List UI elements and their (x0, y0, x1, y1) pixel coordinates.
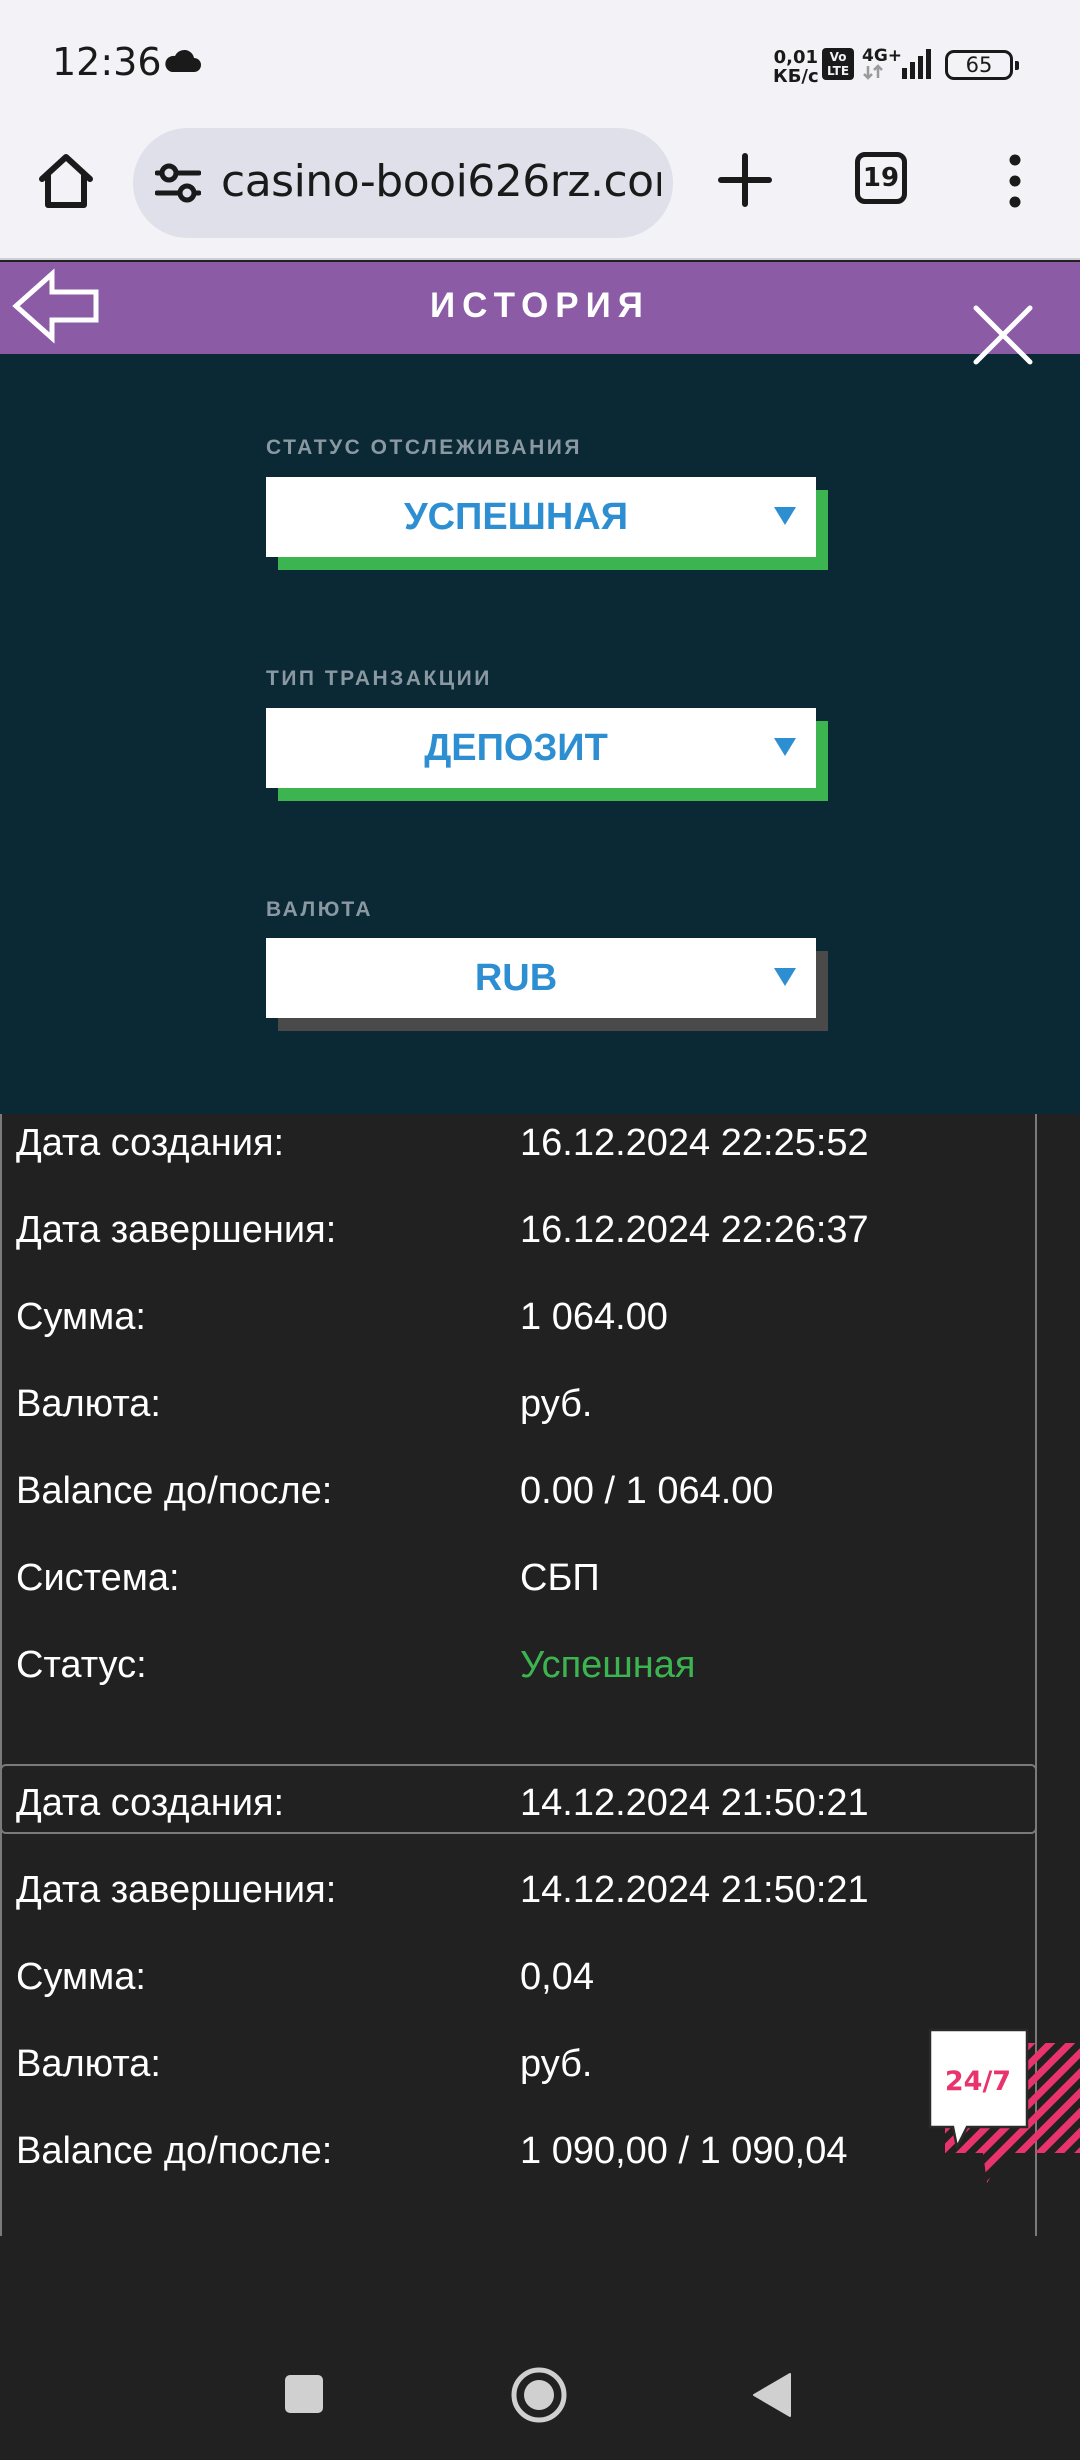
select-box[interactable]: ДЕПОЗИТ (266, 708, 816, 788)
completed-value: 16.12.2024 22:26:37 (520, 1209, 869, 1251)
select-box[interactable]: УСПЕШНАЯ (266, 477, 816, 557)
currency-select-value: RUB (474, 957, 558, 999)
tune-icon[interactable] (155, 163, 201, 203)
volte-line1: Vo (829, 50, 847, 64)
more-vert-icon[interactable] (1000, 151, 1030, 211)
amount-value: 0,04 (520, 1956, 594, 1998)
status-select-value: УСПЕШНАЯ (403, 496, 629, 538)
url-text[interactable]: casino-booi626rz.com (221, 156, 661, 207)
currency-label: Валюта: (16, 1383, 161, 1425)
type-select[interactable]: ДЕПОЗИТ (266, 708, 828, 801)
address-bar[interactable]: casino-booi626rz.com (133, 128, 673, 238)
dropdown-arrow-icon (774, 738, 796, 756)
balance-label: Balance до/после: (16, 2130, 333, 2172)
amount-label: Сумма: (16, 1956, 146, 1998)
type-filter-label: ТИП ТРАНЗАКЦИИ (266, 667, 492, 690)
volte-icon: Vo LTE (822, 48, 854, 80)
created-row: Дата создания: 14.12.2024 21:50:21 (2, 1782, 1039, 1842)
filter-panel: СТАТУС ОТСЛЕЖИВАНИЯ УСПЕШНАЯ ТИП ТРАНЗАК… (0, 354, 1080, 1114)
system-row: Система: СБП (2, 1557, 1039, 1617)
support-label: 24/7 (945, 2066, 1011, 2097)
network-speed: 0,01 КБ/с (773, 48, 819, 86)
status-value: Успешная (520, 1644, 696, 1686)
amount-label: Сумма: (16, 1296, 146, 1338)
close-icon[interactable] (970, 302, 1036, 368)
battery-icon: 65 (945, 50, 1019, 80)
created-value: 16.12.2024 22:25:52 (520, 1122, 869, 1164)
balance-row: Balance до/после: 0.00 / 1 064.00 (2, 1470, 1039, 1530)
speed-value: 0,01 (773, 47, 819, 68)
recents-icon[interactable] (284, 2374, 324, 2414)
history-header: ИСТОРИЯ (0, 262, 1080, 354)
select-box[interactable]: RUB (266, 938, 816, 1018)
transaction-list[interactable]: Дата создания: 16.12.2024 22:25:52 Дата … (0, 1114, 1080, 2236)
status-bar: 12:36 0,01 КБ/с Vo LTE 4G+ 65 (0, 0, 1080, 125)
transaction-card: Дата создания: 16.12.2024 22:25:52 Дата … (0, 1114, 1037, 1834)
dropdown-arrow-icon (774, 507, 796, 525)
transaction-card: Дата создания: 14.12.2024 21:50:21 Дата … (0, 1764, 1037, 2236)
status-filter-label: СТАТУС ОТСЛЕЖИВАНИЯ (266, 436, 582, 459)
completed-row: Дата завершения: 14.12.2024 21:50:21 (2, 1869, 1039, 1929)
page-title: ИСТОРИЯ (430, 286, 650, 325)
cloud-icon (165, 49, 201, 72)
currency-row: Валюта: руб. (2, 2043, 1039, 2103)
currency-row: Валюта: руб. (2, 1383, 1039, 1443)
completed-label: Дата завершения: (16, 1869, 337, 1911)
plus-icon[interactable] (715, 150, 775, 210)
completed-label: Дата завершения: (16, 1209, 337, 1251)
status-select[interactable]: УСПЕШНАЯ (266, 477, 828, 570)
currency-value: руб. (520, 1383, 593, 1425)
browser-toolbar: casino-booi626rz.com 19 (0, 125, 1080, 260)
volte-line2: LTE (826, 64, 850, 78)
dropdown-arrow-icon (774, 968, 796, 986)
amount-value: 1 064.00 (520, 1296, 668, 1338)
status-time: 12:36 (52, 40, 162, 84)
amount-row: Сумма: 0,04 (2, 1956, 1039, 2016)
home-icon[interactable] (34, 149, 98, 213)
currency-label: Валюта: (16, 2043, 161, 2085)
tab-switcher-button[interactable]: 19 (855, 152, 907, 204)
back-triangle-icon[interactable] (752, 2372, 792, 2418)
created-value: 14.12.2024 21:50:21 (520, 1782, 869, 1824)
navigation-bar (0, 2236, 1080, 2460)
support-chat-icon[interactable]: 24/7 (925, 2025, 1080, 2195)
currency-select[interactable]: RUB (266, 938, 828, 1031)
currency-filter-label: ВАЛЮТА (266, 898, 374, 921)
created-row: Дата создания: 16.12.2024 22:25:52 (2, 1122, 1039, 1182)
completed-value: 14.12.2024 21:50:21 (520, 1869, 869, 1911)
completed-row: Дата завершения: 16.12.2024 22:26:37 (2, 1209, 1039, 1269)
balance-row: Balance до/после: 1 090,00 / 1 090,04 (2, 2130, 1039, 2190)
status-row: Статус: Успешная (2, 1644, 1039, 1704)
created-label: Дата создания: (16, 1782, 285, 1824)
created-label: Дата создания: (16, 1122, 285, 1164)
network-type: 4G+ (862, 46, 903, 66)
speed-unit: КБ/с (773, 66, 819, 87)
system-label: Система: (16, 1557, 180, 1599)
status-label: Статус: (16, 1644, 147, 1686)
system-value: СБП (520, 1557, 600, 1599)
amount-row: Сумма: 1 064.00 (2, 1296, 1039, 1356)
balance-value: 0.00 / 1 064.00 (520, 1470, 774, 1512)
balance-label: Balance до/после: (16, 1470, 333, 1512)
balance-value: 1 090,00 / 1 090,04 (520, 2130, 848, 2172)
currency-value: руб. (520, 2043, 593, 2085)
type-select-value: ДЕПОЗИТ (424, 727, 608, 769)
home-circle-icon[interactable] (510, 2366, 568, 2424)
